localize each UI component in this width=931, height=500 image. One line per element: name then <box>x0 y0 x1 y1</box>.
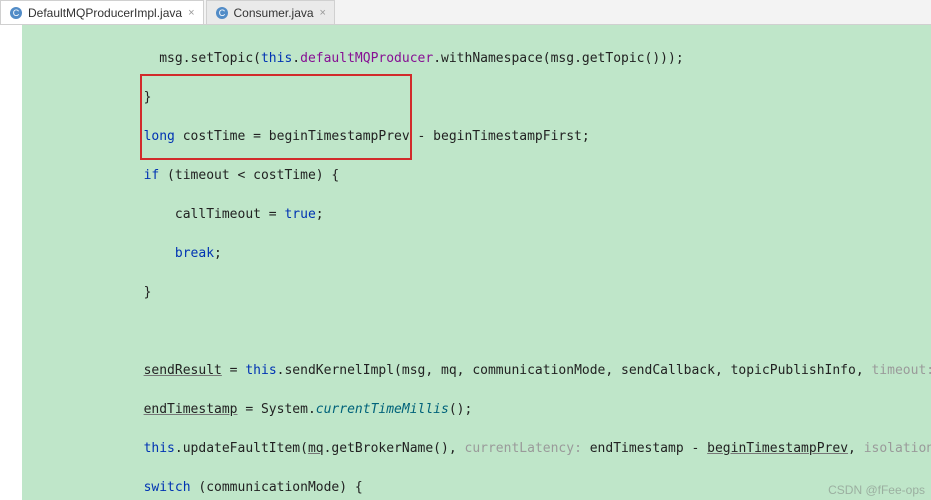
editor-ruler <box>0 25 23 500</box>
editor-gutter <box>22 25 34 500</box>
close-icon[interactable]: × <box>188 7 194 19</box>
editor-tabbar: C DefaultMQProducerImpl.java × C Consume… <box>0 0 931 25</box>
java-class-icon: C <box>215 6 229 20</box>
tab-defaultmqproducerimpl[interactable]: C DefaultMQProducerImpl.java × <box>0 0 204 24</box>
watermark: CSDN @fFee-ops <box>828 483 925 497</box>
code-editor[interactable]: msg.setTopic(this.defaultMQProducer.with… <box>0 25 931 500</box>
tab-label: Consumer.java <box>234 6 314 20</box>
svg-text:C: C <box>218 8 225 18</box>
svg-text:C: C <box>13 8 20 18</box>
close-icon[interactable]: × <box>320 7 326 19</box>
java-class-icon: C <box>9 6 23 20</box>
tab-label: DefaultMQProducerImpl.java <box>28 6 182 20</box>
code-area[interactable]: msg.setTopic(this.defaultMQProducer.with… <box>34 25 931 500</box>
tab-consumer[interactable]: C Consumer.java × <box>206 0 335 24</box>
